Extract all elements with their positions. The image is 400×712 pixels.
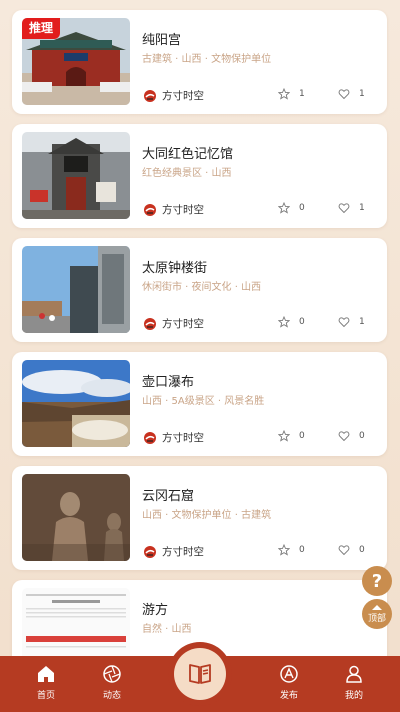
author[interactable]: 方寸时空 — [144, 88, 204, 103]
tab-label: 动态 — [102, 691, 121, 701]
author[interactable]: 方寸时空 — [144, 544, 204, 559]
author-logo-icon — [144, 89, 156, 102]
like-count: 0 — [359, 431, 365, 441]
heart-icon — [338, 545, 350, 556]
heart-icon — [338, 317, 350, 328]
star-icon — [278, 544, 290, 556]
card-title: 游方 — [142, 603, 169, 618]
favorite-button[interactable]: 0 — [278, 544, 305, 556]
author-name: 方寸时空 — [162, 90, 204, 102]
scenic-card[interactable]: 云冈石窟 山西 · 文物保护单位 · 古建筑 方寸时空 0 0 — [12, 466, 387, 570]
author-name: 方寸时空 — [162, 432, 204, 444]
star-icon — [278, 88, 290, 100]
star-icon — [278, 316, 290, 328]
publish-icon — [280, 665, 298, 683]
card-tags: 自然 · 山西 — [142, 624, 192, 635]
card-title: 云冈石窟 — [142, 489, 195, 504]
author-name: 方寸时空 — [162, 318, 204, 330]
favorite-button[interactable]: 0 — [278, 202, 305, 214]
like-count: 1 — [359, 89, 365, 99]
favorite-button[interactable]: 0 — [278, 316, 305, 328]
like-button[interactable]: 1 — [338, 202, 365, 214]
author-logo-icon — [144, 317, 156, 330]
favorite-count: 0 — [299, 431, 305, 441]
card-tags: 山西 · 5A级景区 · 风景名胜 — [142, 396, 265, 407]
card-tags: 休闲街市 · 夜间文化 · 山西 — [142, 282, 262, 293]
heart-icon — [338, 203, 350, 214]
author-logo-icon — [144, 203, 156, 216]
content-feed[interactable]: 推理 纯阳宫 古建筑 · 山西 · 文物保护单位 方寸时空 1 1 大同红色记忆… — [0, 0, 400, 660]
document-image — [22, 588, 130, 660]
star-icon — [278, 430, 290, 442]
help-icon: ? — [371, 570, 383, 592]
tab-label: 我的 — [344, 691, 363, 701]
book-icon — [189, 664, 211, 684]
tab-publish[interactable]: 发布 — [267, 664, 311, 701]
favorite-count: 0 — [299, 317, 305, 327]
author-logo-icon — [144, 431, 156, 444]
back-to-top-button[interactable]: 顶部 — [362, 599, 392, 629]
favorite-button[interactable]: 0 — [278, 430, 305, 442]
heart-icon — [338, 89, 350, 100]
tab-feed[interactable]: 动态 — [90, 664, 134, 701]
card-tags: 山西 · 文物保护单位 · 古建筑 — [142, 510, 272, 521]
like-button[interactable]: 1 — [338, 88, 365, 100]
scenic-card[interactable]: 壶口瀑布 山西 · 5A级景区 · 风景名胜 方寸时空 0 0 — [12, 352, 387, 456]
card-title: 太原钟楼街 — [142, 261, 208, 276]
author-name: 方寸时空 — [162, 546, 204, 558]
memorial-hall-image — [22, 132, 130, 219]
scenic-card[interactable]: 大同红色记忆馆 红色经典景区 · 山西 方寸时空 0 1 — [12, 124, 387, 228]
help-button[interactable]: ? — [362, 566, 392, 596]
back-to-top-label: 顶部 — [367, 613, 386, 624]
tab-mine[interactable]: 我的 — [332, 664, 376, 701]
card-tags: 红色经典景区 · 山西 — [142, 168, 232, 179]
favorite-count: 0 — [299, 203, 305, 213]
like-count: 1 — [359, 317, 365, 327]
street-image — [22, 246, 130, 333]
user-icon — [346, 665, 362, 683]
like-button[interactable]: 0 — [338, 430, 365, 442]
author-name: 方寸时空 — [162, 204, 204, 216]
author-logo-icon — [144, 545, 156, 558]
tab-label: 发布 — [279, 691, 298, 701]
card-title: 纯阳宫 — [142, 33, 182, 48]
favorite-button[interactable]: 1 — [278, 88, 305, 100]
like-button[interactable]: 0 — [338, 544, 365, 556]
author[interactable]: 方寸时空 — [144, 430, 204, 445]
like-button[interactable]: 1 — [338, 316, 365, 328]
scenic-card[interactable]: 推理 纯阳宫 古建筑 · 山西 · 文物保护单位 方寸时空 1 1 — [12, 10, 387, 114]
favorite-count: 0 — [299, 545, 305, 555]
aperture-icon — [103, 665, 121, 683]
center-action-button[interactable] — [174, 648, 226, 700]
author[interactable]: 方寸时空 — [144, 316, 204, 331]
like-count: 1 — [359, 203, 365, 213]
home-icon — [38, 666, 54, 682]
arrow-up-icon — [372, 604, 382, 610]
card-tags: 古建筑 · 山西 · 文物保护单位 — [142, 54, 272, 65]
card-title: 壶口瀑布 — [142, 375, 195, 390]
tab-home[interactable]: 首页 — [24, 664, 68, 701]
center-action-wrap — [168, 642, 232, 706]
tab-label: 首页 — [36, 691, 55, 701]
grottoes-image — [22, 474, 130, 561]
card-title: 大同红色记忆馆 — [142, 147, 234, 162]
favorite-count: 1 — [299, 89, 305, 99]
recommend-badge: 推理 — [22, 18, 61, 39]
like-count: 0 — [359, 545, 365, 555]
scenic-card[interactable]: 太原钟楼街 休闲街市 · 夜间文化 · 山西 方寸时空 0 1 — [12, 238, 387, 342]
waterfall-image — [22, 360, 130, 447]
author[interactable]: 方寸时空 — [144, 202, 204, 217]
star-icon — [278, 202, 290, 214]
heart-icon — [338, 431, 350, 442]
